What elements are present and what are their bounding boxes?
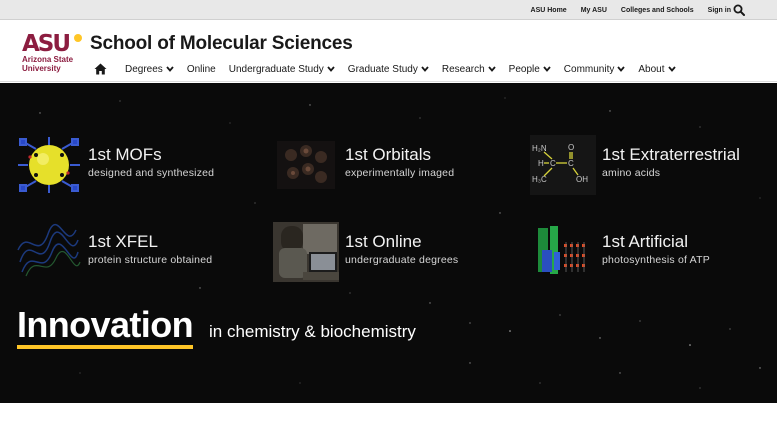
nav-item-label: Community — [563, 63, 615, 75]
mof-structure-image — [18, 137, 80, 193]
asu-logo[interactable]: ASU Arizona State University — [22, 32, 82, 78]
asu-logo-line1: Arizona State — [22, 55, 74, 64]
nav-item-research[interactable]: Research — [442, 64, 496, 75]
asu-logo-line2: University — [22, 64, 61, 73]
protein-structure-image — [17, 223, 81, 277]
tile-subtitle: experimentally imaged — [345, 167, 455, 179]
tile-subtitle: protein structure obtained — [88, 254, 213, 266]
nav-item-label: Degrees — [125, 63, 163, 75]
colleges-and-schools-link[interactable]: Colleges and Schools — [621, 7, 694, 14]
tile-title: 1st Online — [345, 232, 422, 251]
nav-item-label: Undergraduate Study — [228, 63, 324, 75]
tile-title: 1st MOFs — [88, 145, 162, 164]
nav-item-online[interactable]: Online — [187, 64, 216, 75]
tile-subtitle: photosynthesis of ATP — [602, 254, 710, 266]
photosynthesis-image — [538, 226, 585, 274]
page-content-start — [0, 403, 777, 423]
hero-tile-mofs[interactable]: 1st MOFs designed and synthesized — [16, 135, 266, 197]
tagline-subheading: in chemistry & biochemistry — [209, 322, 416, 341]
chevron-down-icon — [327, 66, 335, 72]
nav-item-community[interactable]: Community — [564, 64, 626, 75]
utility-bar: ASU Home My ASU Colleges and Schools Sig… — [0, 0, 777, 20]
amino-label-h2n: H₂N — [532, 144, 547, 153]
chevron-down-icon — [166, 66, 174, 72]
tile-subtitle: amino acids — [602, 167, 661, 179]
nav-item-undergraduate-study[interactable]: Undergraduate Study — [229, 64, 335, 75]
hero-tile-xfel[interactable]: 1st XFEL protein structure obtained — [16, 222, 266, 284]
asu-home-link[interactable]: ASU Home — [531, 7, 567, 14]
asu-logo-wordmark: Arizona State University — [22, 55, 73, 73]
orbitals-image — [277, 141, 335, 189]
hero-tile-orbitals[interactable]: 1st Orbitals experimentally imaged — [273, 135, 523, 197]
chevron-down-icon — [667, 66, 676, 72]
tile-title: 1st Artificial — [602, 232, 688, 251]
amino-label-c2: C — [568, 159, 574, 168]
tile-title: 1st XFEL — [88, 232, 158, 251]
nav-item-label: People — [508, 63, 540, 75]
my-asu-link[interactable]: My ASU — [581, 7, 607, 14]
online-student-image — [273, 222, 339, 282]
hero-tile-artificial[interactable]: 1st Artificial photosynthesis of ATP — [530, 222, 777, 284]
chevron-down-icon — [487, 66, 496, 72]
tile-title: 1st Extraterrestrial — [602, 145, 740, 164]
amino-label-o: O — [568, 143, 574, 152]
hero-banner: 1st MOFs designed and synthesized 1st Or… — [0, 83, 777, 403]
nav-item-label: Research — [441, 63, 485, 75]
nav-item-label: Online — [186, 63, 216, 75]
nav-item-label: Graduate Study — [347, 63, 418, 75]
nav-item-people[interactable]: People — [509, 64, 551, 75]
amino-label-h3c: H₃C — [532, 175, 547, 184]
asu-sun-icon — [74, 34, 82, 42]
hero-tile-online[interactable]: 1st Online undergraduate degrees — [273, 222, 523, 284]
home-icon[interactable] — [94, 63, 107, 75]
search-icon[interactable] — [733, 4, 745, 16]
utility-links: ASU Home My ASU Colleges and Schools Sig… — [531, 0, 731, 20]
nav-item-about[interactable]: About — [638, 63, 676, 75]
chevron-down-icon — [543, 66, 551, 72]
site-title[interactable]: School of Molecular Sciences — [90, 33, 353, 55]
asu-logo-mark: ASU — [22, 31, 71, 57]
tile-title: 1st Orbitals — [345, 145, 431, 164]
sign-in-link[interactable]: Sign in — [708, 7, 731, 14]
tile-subtitle: designed and synthesized — [88, 167, 215, 179]
amino-label-c1: C — [550, 159, 556, 168]
site-header: ASU Arizona State University School of M… — [0, 20, 777, 82]
nav-item-label: About — [638, 63, 665, 75]
nav-item-degrees[interactable]: Degrees — [125, 64, 174, 75]
main-nav: Degrees Online Undergraduate Study Gradu… — [94, 61, 689, 77]
tile-subtitle: undergraduate degrees — [345, 254, 459, 266]
hero-tile-extraterrestrial[interactable]: H₂N H C C O H₃C OH 1st Extraterrestrial … — [530, 135, 777, 197]
amino-label-oh: OH — [576, 175, 588, 184]
tagline-heading: Innovation — [17, 305, 194, 349]
chevron-down-icon — [421, 66, 429, 72]
amino-acid-structure-image: H₂N H C C O H₃C OH — [530, 135, 596, 195]
nav-item-graduate-study[interactable]: Graduate Study — [348, 64, 429, 75]
amino-label-h: H — [538, 159, 544, 168]
chevron-down-icon — [617, 66, 626, 72]
